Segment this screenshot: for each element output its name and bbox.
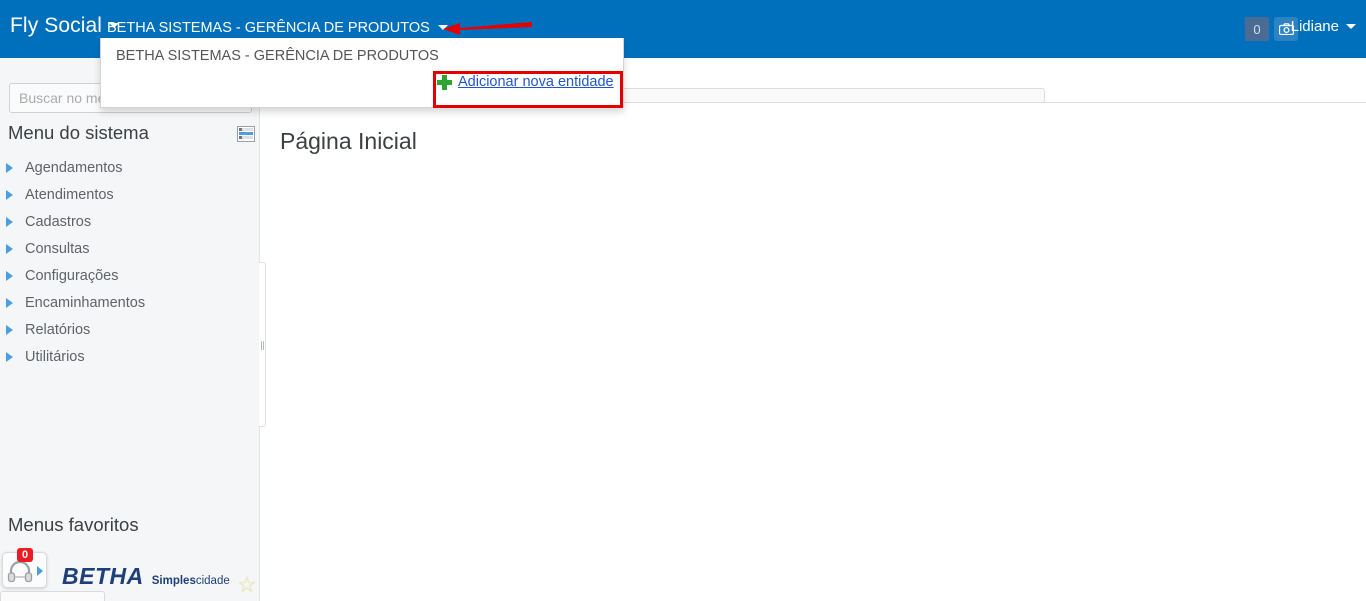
sidebar-item-label: Utilitários: [25, 348, 85, 365]
sidebar-item-label: Consultas: [25, 240, 90, 257]
sidebar-item-label: Agendamentos: [25, 159, 123, 176]
sidebar-item-label: Configurações: [25, 267, 119, 284]
support-badge-count: 0: [17, 548, 34, 562]
sidebar-item-encaminhamentos[interactable]: Encaminhamentos: [0, 289, 260, 316]
system-menu-list: Agendamentos Atendimentos Cadastros Cons…: [0, 154, 260, 370]
notification-count-value: 0: [1253, 21, 1261, 37]
plus-icon: [437, 74, 452, 90]
sidebar-item-consultas[interactable]: Consultas: [0, 235, 260, 262]
triangle-right-icon: [6, 162, 13, 173]
sidebar-item-relatorios[interactable]: Relatórios: [0, 316, 260, 343]
brand-menu[interactable]: Fly Social: [10, 14, 120, 38]
chevron-down-icon: [1346, 23, 1356, 29]
triangle-right-icon: [6, 324, 13, 335]
triangle-right-icon: [6, 189, 13, 200]
entity-dropdown-option[interactable]: BETHA SISTEMAS - GERÊNCIA DE PRODUTOS: [116, 48, 439, 64]
brand-label: Fly Social: [10, 14, 103, 37]
support-chat-button[interactable]: 0: [2, 548, 47, 588]
notification-count-badge[interactable]: 0: [1245, 17, 1269, 41]
betha-tagline-bold: Simples: [151, 575, 196, 587]
sidebar-item-configuracoes[interactable]: Configurações: [0, 262, 260, 289]
sidebar: Menu do sistema Agendamentos Atendimento…: [0, 58, 260, 601]
sidebar-item-agendamentos[interactable]: Agendamentos: [0, 154, 260, 181]
entity-dropdown-panel: BETHA SISTEMAS - GERÊNCIA DE PRODUTOS Ad…: [100, 38, 624, 108]
betha-tagline-light: cidade: [195, 575, 230, 587]
main-content: Página Inicial: [261, 58, 1366, 601]
betha-logo-name: BETHA: [62, 563, 144, 589]
list-view-icon[interactable]: [237, 126, 255, 142]
page-title: Página Inicial: [280, 128, 417, 154]
sidebar-item-label: Atendimentos: [25, 186, 114, 203]
sidebar-item-utilitarios[interactable]: Utilitários: [0, 343, 260, 370]
sidebar-item-atendimentos[interactable]: Atendimentos: [0, 181, 260, 208]
user-account-menu[interactable]: Lidiane: [1291, 18, 1356, 35]
triangle-right-icon: [6, 297, 13, 308]
headset-icon: [7, 561, 33, 583]
betha-logo-tagline: Simplescidade: [152, 575, 230, 587]
entity-selector-label: BETHA SISTEMAS - GERÊNCIA DE PRODUTOS: [107, 20, 430, 36]
sidebar-item-label: Cadastros: [25, 213, 92, 230]
system-menu-heading: Menu do sistema: [8, 122, 149, 143]
add-new-entity-button[interactable]: Adicionar nova entidade: [437, 74, 614, 90]
sidebar-resize-handle[interactable]: [259, 262, 266, 427]
application-root: Fly Social BETHA SISTEMAS - GERÊNCIA DE …: [0, 0, 1366, 601]
chevron-down-icon: [437, 24, 448, 30]
triangle-right-icon: [6, 351, 13, 362]
triangle-right-icon: [6, 270, 13, 281]
add-new-entity-label: Adicionar nova entidade: [458, 74, 614, 90]
sidebar-item-label: Encaminhamentos: [25, 294, 146, 311]
user-name-label: Lidiane: [1290, 18, 1339, 35]
entity-selector-toggle[interactable]: BETHA SISTEMAS - GERÊNCIA DE PRODUTOS: [107, 20, 448, 36]
sidebar-item-cadastros[interactable]: Cadastros: [0, 208, 260, 235]
star-icon[interactable]: ☆: [237, 574, 257, 596]
betha-logo: BETHA Simplescidade: [62, 563, 230, 590]
triangle-right-icon: [6, 216, 13, 227]
triangle-right-icon: [6, 243, 13, 254]
triangle-right-icon: [37, 566, 43, 576]
favorites-menu-heading: Menus favoritos: [8, 514, 139, 535]
support-tooltip: [0, 591, 105, 601]
sidebar-item-label: Relatórios: [25, 321, 91, 338]
